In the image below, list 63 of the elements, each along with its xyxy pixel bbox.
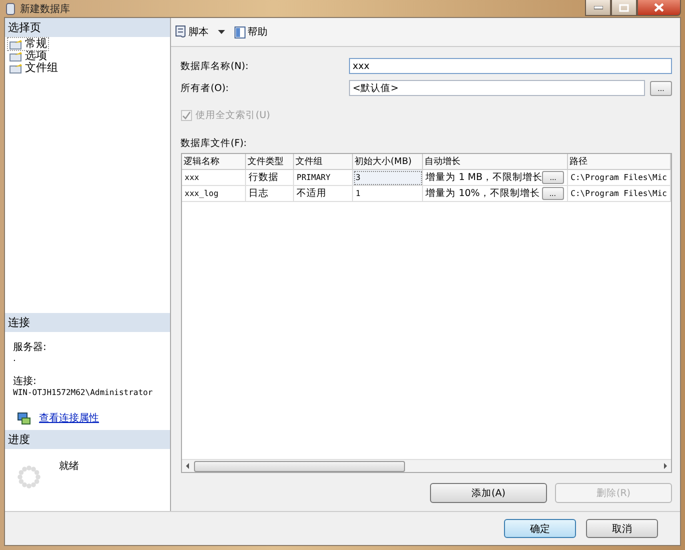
caret-icon[interactable] xyxy=(218,30,225,34)
left-arrow-icon[interactable] xyxy=(184,462,192,470)
minimize-icon xyxy=(594,6,602,10)
table-cell: 不适用 xyxy=(294,186,353,202)
table-cell: 行数据 xyxy=(246,170,294,186)
page-icon xyxy=(9,38,23,50)
section-header: 连接 xyxy=(5,313,170,332)
page-item[interactable]: 常规 xyxy=(8,38,48,50)
close-icon xyxy=(654,3,664,12)
add-button[interactable]: 添加(A) xyxy=(430,483,547,503)
connection-label: 连接: xyxy=(13,374,38,388)
table-cell: PRIMARY xyxy=(294,170,353,186)
book-icon xyxy=(234,26,246,38)
section-header: 进度 xyxy=(5,430,170,449)
page-item[interactable]: 文件组 xyxy=(8,62,59,74)
server-label: 服务器: xyxy=(13,341,48,354)
column-header[interactable]: 逻辑名称 xyxy=(182,154,246,170)
script-button[interactable]: 脚本 xyxy=(174,25,209,39)
owner-field[interactable]: <默认值> xyxy=(348,80,645,96)
table-cell: C:\Program Files\Mic xyxy=(568,170,671,186)
ok-button[interactable]: 确定 xyxy=(504,519,576,538)
maximize-icon xyxy=(619,4,629,12)
table-cell: xxx_log xyxy=(182,186,246,202)
page-item[interactable]: 选项 xyxy=(8,50,48,62)
scroll-icon xyxy=(174,25,187,39)
ellipsis-button[interactable]: ... xyxy=(542,187,564,200)
page-icon xyxy=(9,50,23,62)
minimize-button[interactable] xyxy=(585,0,611,16)
table-cell: 增量为 1 MB，不限制增长 xyxy=(426,171,542,184)
connection-properties-link[interactable]: 查看连接属性 xyxy=(39,411,99,425)
cancel-button[interactable]: 取消 xyxy=(586,519,658,538)
browse-button[interactable]: ... xyxy=(650,80,672,96)
section-header: 选择页 xyxy=(5,18,170,37)
table-cell: 日志 xyxy=(246,186,294,202)
window-title: 新建数据库 xyxy=(20,2,70,16)
column-header[interactable]: 初始大小(MB) xyxy=(352,154,423,170)
maximize-button[interactable] xyxy=(611,0,637,16)
connection-value: WIN-OTJH1572M62\Administrator xyxy=(13,388,154,397)
column-header[interactable]: 文件组 xyxy=(294,154,353,170)
table-cell: 3 xyxy=(352,170,423,186)
field-label: 数据库名称(N): xyxy=(180,60,250,72)
page-icon xyxy=(9,62,23,74)
column-header[interactable]: 文件类型 xyxy=(246,154,294,170)
field-label: 所有者(O): xyxy=(180,82,230,94)
table-cell: 1 xyxy=(352,186,423,202)
horizontal-scrollbar[interactable] xyxy=(182,459,671,472)
server-value: . xyxy=(13,354,17,364)
right-arrow-icon[interactable] xyxy=(661,462,669,470)
spinner-icon xyxy=(17,465,41,489)
status-text: 就绪 xyxy=(59,460,79,473)
table-cell: 增量为 10%，不限制增长 xyxy=(426,187,540,200)
database-icon xyxy=(6,2,15,14)
close-button[interactable] xyxy=(637,0,681,16)
network-icon xyxy=(17,412,31,424)
column-header[interactable]: 路径 xyxy=(568,154,671,170)
ellipsis-button[interactable]: ... xyxy=(542,171,564,184)
table-cell: xxx xyxy=(182,170,246,186)
database-name-field[interactable]: xxx xyxy=(348,58,672,74)
help-button[interactable]: 帮助 xyxy=(234,25,268,39)
column-header[interactable]: 自动增长 xyxy=(422,154,568,170)
checkbox-label: 使用全文索引(U) xyxy=(196,109,270,122)
table-cell: C:\Program Files\Mic xyxy=(568,186,671,202)
files-label: 数据库文件(F): xyxy=(180,137,248,150)
